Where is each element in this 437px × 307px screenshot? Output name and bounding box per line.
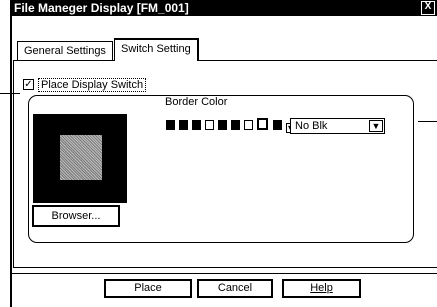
help-button-label: Help: [310, 282, 333, 294]
window-title: File Maneger Display [FM_001]: [14, 1, 189, 15]
color-swatch[interactable]: [244, 120, 254, 130]
tab-general-settings[interactable]: General Settings: [17, 41, 113, 61]
color-swatch[interactable]: [218, 120, 228, 130]
border-color-value: No Blk: [295, 120, 328, 132]
border-color-select[interactable]: No Blk ▼: [290, 118, 385, 134]
color-swatch[interactable]: [179, 120, 189, 130]
place-button-label: Place: [134, 282, 162, 294]
cancel-button-label: Cancel: [217, 282, 253, 294]
tab-label: General Settings: [24, 45, 106, 57]
help-button[interactable]: Help: [282, 279, 361, 298]
footer-separator: [10, 273, 437, 274]
browse-button-label: Browser...: [51, 210, 101, 222]
swatch-row: ▾: [166, 118, 296, 133]
color-swatch[interactable]: [192, 120, 202, 130]
close-icon[interactable]: X: [421, 1, 435, 15]
place-button[interactable]: Place: [104, 279, 192, 298]
tab-switch-setting[interactable]: Switch Setting: [114, 38, 199, 61]
color-swatch[interactable]: [231, 120, 241, 130]
preview-switch-image: [60, 135, 102, 180]
chevron-down-icon[interactable]: ▼: [369, 120, 383, 132]
place-switch-label[interactable]: Place Display Switch: [38, 78, 147, 92]
color-swatch-selected[interactable]: [257, 118, 269, 130]
switch-preview: [33, 114, 127, 203]
border-color-label: Border Color: [165, 96, 228, 108]
color-swatch[interactable]: [205, 120, 215, 130]
place-switch-checkbox[interactable]: ✓: [23, 79, 34, 90]
color-swatch[interactable]: [272, 120, 282, 130]
cancel-button[interactable]: Cancel: [197, 279, 273, 298]
browse-button[interactable]: Browser...: [32, 205, 120, 227]
color-swatch[interactable]: [166, 120, 175, 130]
title-bar: File Maneger Display [FM_001] X: [10, 0, 437, 16]
tab-label: Switch Setting: [121, 43, 191, 55]
